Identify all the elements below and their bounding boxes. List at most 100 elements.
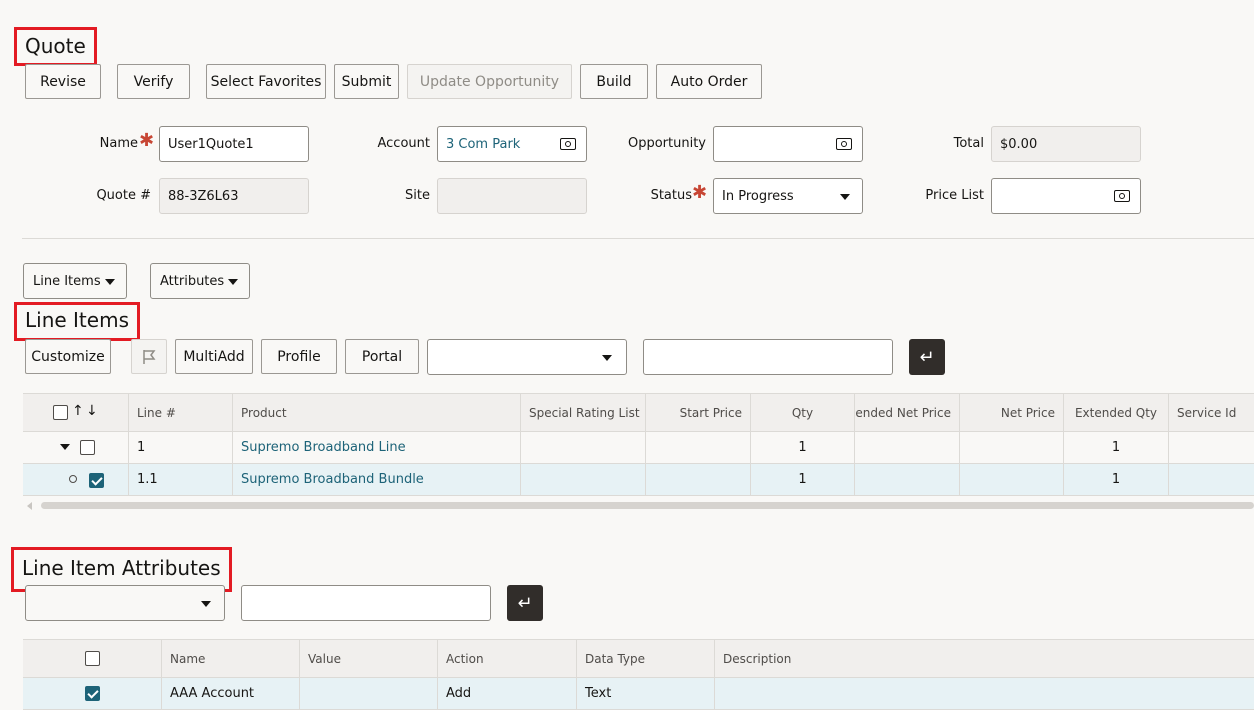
row-checkbox[interactable]	[80, 440, 95, 455]
line-items-query-select[interactable]	[427, 339, 627, 375]
col-extended-qty[interactable]: Extended Qty	[1063, 394, 1168, 432]
profile-button[interactable]: Profile	[261, 339, 337, 374]
name-label: Name	[99, 136, 138, 151]
row-checkbox[interactable]	[85, 686, 100, 701]
select-all-checkbox[interactable]	[53, 405, 68, 420]
attributes-query-select[interactable]	[25, 585, 225, 621]
revise-button[interactable]: Revise	[25, 64, 101, 99]
table-row[interactable]: 1.1 Supremo Broadband Bundle 1 1	[23, 464, 1254, 496]
special-rating-cell	[520, 432, 645, 463]
product-cell[interactable]: Supremo Broadband Bundle	[232, 464, 520, 495]
col-value[interactable]: Value	[299, 640, 437, 678]
scroll-left-icon[interactable]	[27, 502, 32, 510]
verify-button[interactable]: Verify	[117, 64, 190, 99]
account-picker-icon[interactable]	[560, 138, 576, 150]
net-price-cell	[959, 464, 1063, 495]
attribute-name-cell: AAA Account	[161, 678, 299, 709]
line-items-grid-header: ↑ ↓ Line # Product Special Rating List S…	[23, 393, 1254, 432]
enter-icon: ↵	[517, 592, 533, 614]
attribute-description-cell	[714, 678, 1254, 709]
row-checkbox[interactable]	[89, 473, 104, 488]
attributes-go-button[interactable]: ↵	[507, 585, 543, 621]
col-action[interactable]: Action	[437, 640, 576, 678]
opportunity-picker-icon[interactable]	[836, 138, 852, 150]
status-select[interactable]: In Progress	[713, 178, 863, 214]
quote-number-value: 88-3Z6L63	[168, 188, 239, 204]
multiadd-button[interactable]: MultiAdd	[175, 339, 253, 374]
horizontal-scrollbar[interactable]	[23, 500, 1254, 512]
opportunity-label: Opportunity	[627, 136, 706, 151]
col-extended-net-price[interactable]: ended Net Price	[854, 394, 959, 432]
qty-cell: 1	[750, 464, 854, 495]
build-button[interactable]: Build	[580, 64, 648, 99]
chevron-down-icon	[602, 355, 612, 361]
attributes-query-input[interactable]	[241, 585, 491, 621]
col-description[interactable]: Description	[714, 640, 1254, 678]
select-favorites-button[interactable]: Select Favorites	[206, 64, 326, 99]
portal-button[interactable]: Portal	[345, 339, 419, 374]
divider	[22, 238, 1254, 239]
attribute-value-cell[interactable]	[299, 678, 437, 709]
name-field[interactable]: User1Quote1	[159, 126, 309, 162]
qty-cell: 1	[750, 432, 854, 463]
line-items-query-input[interactable]	[643, 339, 893, 375]
scrollbar-thumb[interactable]	[41, 502, 1254, 509]
col-net-price[interactable]: Net Price	[959, 394, 1063, 432]
table-row[interactable]: AAA Account Add Text	[23, 678, 1254, 710]
product-link[interactable]: Supremo Broadband Bundle	[241, 472, 424, 487]
select-all-checkbox[interactable]	[85, 651, 100, 666]
product-link[interactable]: Supremo Broadband Line	[241, 440, 406, 455]
service-id-cell	[1168, 432, 1254, 463]
attributes-view-label: Attributes	[160, 273, 225, 289]
start-price-cell	[645, 464, 750, 495]
product-cell[interactable]: Supremo Broadband Line	[232, 432, 520, 463]
extended-net-price-cell	[854, 464, 959, 495]
col-special-rating-list[interactable]: Special Rating List	[520, 394, 645, 432]
col-data-type[interactable]: Data Type	[576, 640, 714, 678]
attributes-view-menu[interactable]: Attributes	[150, 263, 250, 299]
status-value: In Progress	[722, 188, 794, 204]
start-price-cell	[645, 432, 750, 463]
account-label: Account	[377, 136, 431, 151]
table-row[interactable]: 1 Supremo Broadband Line 1 1	[23, 432, 1254, 464]
line-items-view-menu[interactable]: Line Items	[23, 263, 127, 299]
customize-button[interactable]: Customize	[25, 339, 111, 374]
status-required-icon: ✱	[692, 182, 708, 203]
col-start-price[interactable]: Start Price	[645, 394, 750, 432]
quote-number-field: 88-3Z6L63	[159, 178, 309, 214]
price-list-picker-icon[interactable]	[1114, 190, 1130, 202]
line-items-title: Line Items	[14, 302, 140, 341]
total-label: Total	[953, 136, 984, 151]
col-line-number[interactable]: Line #	[128, 394, 232, 432]
line-items-view-label: Line Items	[33, 273, 101, 289]
col-service-id[interactable]: Service Id	[1168, 394, 1254, 432]
account-link[interactable]: 3 Com Park	[446, 137, 520, 152]
enter-icon: ↵	[919, 346, 935, 368]
collapse-triangle-icon[interactable]	[60, 444, 70, 450]
auto-order-button[interactable]: Auto Order	[656, 64, 762, 99]
site-field	[437, 178, 587, 214]
account-field[interactable]: 3 Com Park	[437, 126, 587, 162]
special-rating-cell	[520, 464, 645, 495]
service-id-cell	[1168, 464, 1254, 495]
leaf-node-icon	[69, 475, 77, 483]
quote-number-label: Quote #	[96, 188, 151, 203]
col-product[interactable]: Product	[232, 394, 520, 432]
submit-button[interactable]: Submit	[334, 64, 399, 99]
chevron-down-icon	[228, 279, 238, 285]
line-number-cell: 1	[128, 432, 232, 463]
price-list-field[interactable]	[991, 178, 1141, 214]
sort-descending-icon[interactable]: ↓	[86, 403, 98, 419]
chevron-down-icon	[201, 601, 211, 607]
flag-button[interactable]	[131, 339, 167, 374]
col-name[interactable]: Name	[161, 640, 299, 678]
attributes-grid-header: Name Value Action Data Type Description	[23, 639, 1254, 678]
status-label: Status	[650, 188, 692, 203]
col-qty[interactable]: Qty	[750, 394, 854, 432]
update-opportunity-button[interactable]: Update Opportunity	[407, 64, 572, 99]
sort-ascending-icon[interactable]: ↑	[72, 403, 84, 419]
required-asterisk-icon: ✱	[139, 130, 155, 151]
line-item-attributes-title-text: Line Item Attributes	[22, 556, 221, 580]
line-items-go-button[interactable]: ↵	[909, 339, 945, 375]
opportunity-field[interactable]	[713, 126, 863, 162]
